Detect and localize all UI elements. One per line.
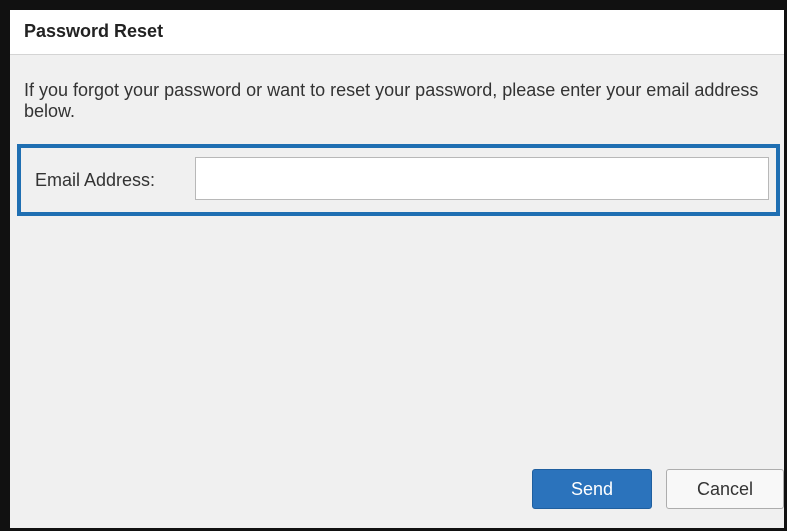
email-field-group: Email Address: xyxy=(17,144,780,216)
email-label: Email Address: xyxy=(35,170,156,190)
instructions-text: If you forgot your password or want to r… xyxy=(24,80,759,121)
password-reset-dialog: Password Reset If you forgot your passwo… xyxy=(0,0,787,531)
dialog-header: Password Reset xyxy=(10,10,784,55)
cancel-button[interactable]: Cancel xyxy=(666,469,784,509)
dialog-title: Password Reset xyxy=(24,21,164,41)
send-button[interactable]: Send xyxy=(532,469,652,509)
email-input[interactable] xyxy=(195,157,769,200)
